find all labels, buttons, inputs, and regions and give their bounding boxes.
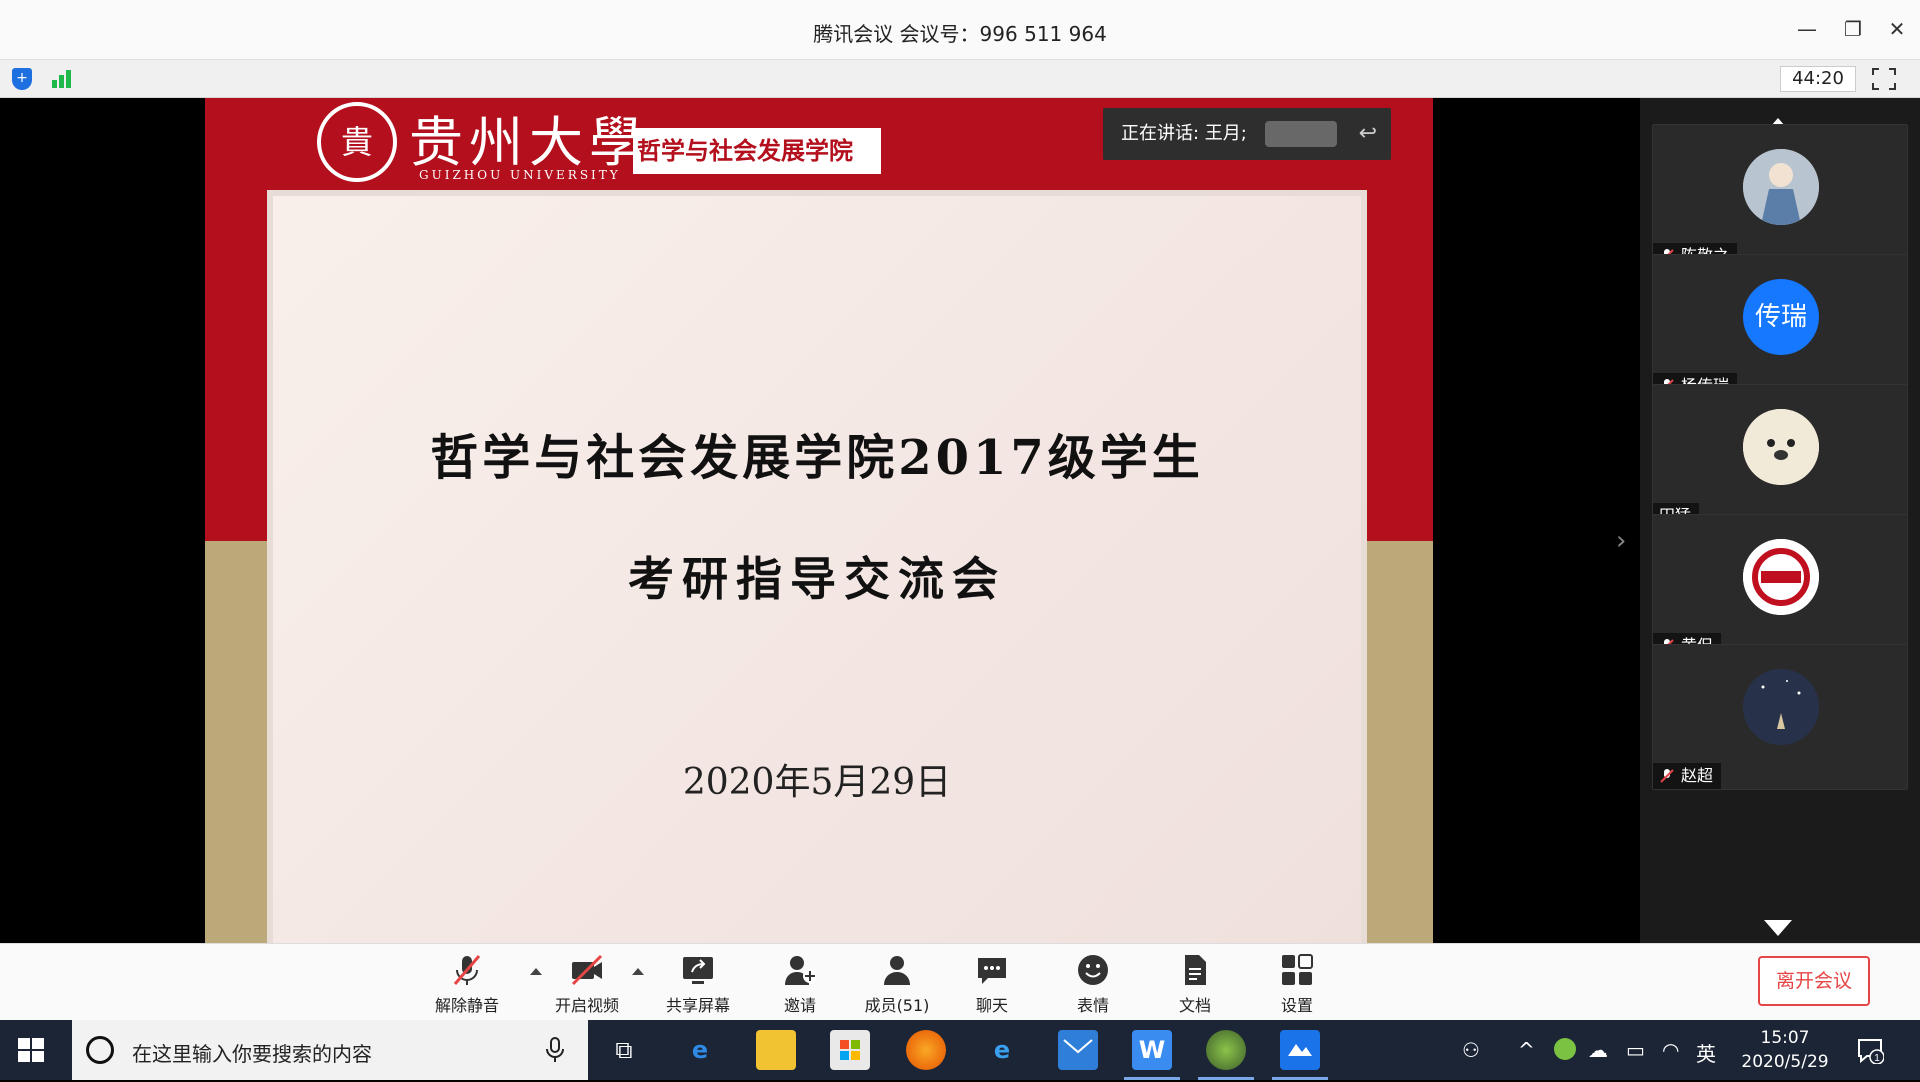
file-explorer-icon[interactable] xyxy=(756,1030,796,1070)
task-view-icon[interactable]: ⧉ xyxy=(604,1030,644,1070)
network-signal-icon[interactable] xyxy=(52,70,76,88)
camera-off-icon xyxy=(571,954,603,986)
docs-button[interactable]: 文档 xyxy=(1150,952,1240,1016)
window-title: 腾讯会议 会议号：996 511 964 xyxy=(813,22,1107,46)
unmute-label: 解除静音 xyxy=(434,996,499,1015)
participant-tile[interactable]: 田猛 xyxy=(1652,384,1908,530)
start-video-button[interactable]: 开启视频 xyxy=(542,952,632,1016)
university-name: 贵州大學 xyxy=(409,111,649,174)
members-label: 成员(51) xyxy=(864,996,930,1015)
chat-button[interactable]: 聊天 xyxy=(947,952,1037,1016)
return-arrow-icon[interactable]: ↩ xyxy=(1359,108,1377,160)
panel-toggle-chevron-icon[interactable]: › xyxy=(1616,526,1626,556)
settings-label: 设置 xyxy=(1280,996,1313,1015)
participant-tile[interactable]: 赵超 xyxy=(1652,644,1908,790)
start-video-label: 开启视频 xyxy=(554,996,619,1015)
participant-tile[interactable]: 陈敬之 xyxy=(1652,124,1908,270)
security-shield-icon[interactable]: + xyxy=(12,68,32,90)
university-seal-logo: 貴 xyxy=(317,102,397,182)
battery-icon[interactable]: ▭ xyxy=(1626,1038,1645,1062)
presentation-slide: 貴 贵州大學 GUIZHOU UNIVERSITY 哲学与社会发展学院 哲学与社… xyxy=(205,98,1433,943)
apps-grid-icon xyxy=(1282,954,1313,985)
close-button[interactable]: ✕ xyxy=(1882,14,1912,44)
members-icon xyxy=(884,956,910,985)
scroll-down-icon[interactable] xyxy=(1764,920,1792,936)
blurred-speaker-avatars xyxy=(1265,121,1337,147)
members-button[interactable]: 成员(51) xyxy=(852,952,942,1016)
speaking-indicator: 正在讲话: 王月; ↩ xyxy=(1103,108,1391,160)
restore-button[interactable]: ❐ xyxy=(1838,14,1868,44)
emoji-label: 表情 xyxy=(1076,996,1109,1015)
photo-app-icon[interactable] xyxy=(1198,1030,1254,1080)
people-icon[interactable]: ⚇ xyxy=(1462,1038,1480,1062)
search-placeholder: 在这里输入你要搜索的内容 xyxy=(132,1042,372,1066)
participant-name: 赵超 xyxy=(1681,766,1714,785)
smiley-icon xyxy=(1078,955,1108,985)
show-hidden-icons-chevron[interactable]: ^ xyxy=(1518,1038,1535,1062)
action-center-icon[interactable]: 1 xyxy=(1856,1036,1884,1064)
taskbar-search-box[interactable]: 在这里输入你要搜索的内容 xyxy=(72,1020,588,1080)
mic-muted-icon xyxy=(453,955,481,985)
emoji-button[interactable]: 表情 xyxy=(1048,952,1138,1016)
docs-label: 文档 xyxy=(1178,996,1211,1015)
participant-tile[interactable]: 黄侃 xyxy=(1652,514,1908,660)
share-screen-icon xyxy=(683,957,713,984)
onedrive-cloud-icon[interactable]: ☁ xyxy=(1588,1038,1608,1062)
university-name-en: GUIZHOU UNIVERSITY xyxy=(419,168,621,182)
ime-indicator[interactable]: 英 xyxy=(1696,1038,1716,1067)
meeting-toolbar: + 44:20 xyxy=(0,60,1920,98)
cortana-icon[interactable] xyxy=(86,1036,114,1064)
leave-meeting-button[interactable]: 离开会议 xyxy=(1758,956,1870,1006)
shared-screen-area: 貴 贵州大學 GUIZHOU UNIVERSITY 哲学与社会发展学院 哲学与社… xyxy=(0,98,1640,943)
tray-app-icon[interactable] xyxy=(1554,1038,1576,1060)
windows-taskbar: 在这里输入你要搜索的内容 ⧉ e e W ⚇ ^ ☁ ▭ ◠ 英 15:07 2… xyxy=(0,1020,1920,1080)
windows-start-icon[interactable] xyxy=(18,1038,44,1062)
chat-label: 聊天 xyxy=(975,996,1008,1015)
participant-panel: 陈敬之 传瑞 杨传瑞 田猛 黄侃 赵超 xyxy=(1640,98,1920,943)
slide-date: 2020年5月29日 xyxy=(682,762,952,803)
share-screen-label: 共享屏幕 xyxy=(665,996,730,1015)
taskbar-clock[interactable]: 15:07 2020/5/29 xyxy=(1730,1026,1840,1074)
participant-tile[interactable]: 传瑞 杨传瑞 xyxy=(1652,254,1908,400)
chat-icon xyxy=(978,958,1006,984)
minimize-button[interactable]: — xyxy=(1792,14,1822,44)
notification-count: 1 xyxy=(1874,1053,1880,1064)
invite-button[interactable]: 邀请 xyxy=(755,952,845,1016)
store-icon[interactable] xyxy=(830,1030,870,1070)
meeting-control-bar: 解除静音 开启视频 共享屏幕 邀请 成员(51) 聊天 表情 文档 设置 离开会… xyxy=(0,943,1920,1020)
fullscreen-icon[interactable] xyxy=(1870,66,1898,92)
slide-title-line2: 考研指导交流会 xyxy=(628,552,1006,606)
mail-icon[interactable] xyxy=(1058,1030,1098,1070)
add-user-icon xyxy=(785,956,817,985)
wifi-icon[interactable]: ◠ xyxy=(1662,1038,1679,1062)
tencent-meeting-icon[interactable] xyxy=(1272,1030,1328,1080)
avatar xyxy=(1743,149,1819,225)
participant-namebar: 赵超 xyxy=(1653,763,1722,789)
clock-time: 15:07 xyxy=(1760,1028,1810,1048)
avatar xyxy=(1743,539,1819,615)
avatar xyxy=(1743,669,1819,745)
slide-title-line1: 哲学与社会发展学院2017级学生 xyxy=(430,430,1204,486)
share-screen-button[interactable]: 共享屏幕 xyxy=(653,952,743,1016)
college-tag: 哲学与社会发展学院 xyxy=(633,128,881,174)
avatar: 传瑞 xyxy=(1743,279,1819,355)
audio-options-caret-icon[interactable] xyxy=(530,968,542,975)
video-options-caret-icon[interactable] xyxy=(632,968,644,975)
unmute-button[interactable]: 解除静音 xyxy=(422,952,512,1016)
edge-icon[interactable]: e xyxy=(680,1030,720,1070)
firefox-icon[interactable] xyxy=(906,1030,946,1070)
settings-button[interactable]: 设置 xyxy=(1252,952,1342,1016)
internet-explorer-icon[interactable]: e xyxy=(982,1030,1022,1070)
clock-date: 2020/5/29 xyxy=(1741,1052,1829,1072)
meeting-timer: 44:20 xyxy=(1780,66,1856,92)
title-bar: 腾讯会议 会议号：996 511 964 — ❐ ✕ xyxy=(0,0,1920,60)
microphone-icon[interactable] xyxy=(544,1036,566,1064)
speaking-label: 正在讲话: 王月; xyxy=(1121,123,1247,144)
mic-muted-icon xyxy=(1660,769,1674,783)
wps-icon[interactable]: W xyxy=(1124,1030,1180,1080)
avatar xyxy=(1743,409,1819,485)
invite-label: 邀请 xyxy=(783,996,816,1015)
document-icon xyxy=(1185,955,1206,985)
